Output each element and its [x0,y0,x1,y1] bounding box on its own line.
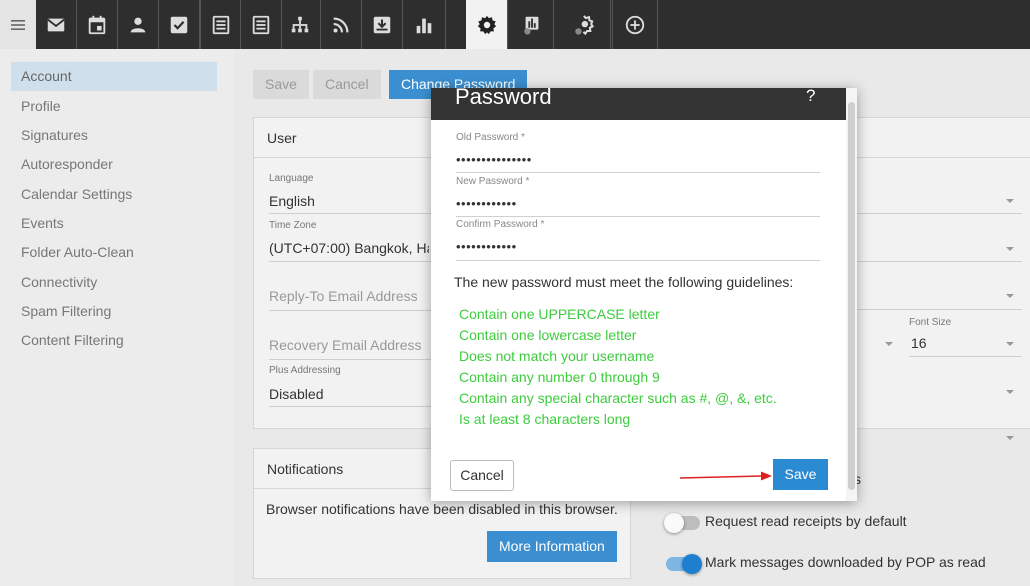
sidebar-item-content-filtering[interactable]: Content Filtering [11,326,217,355]
chevron-down-icon[interactable] [1006,294,1014,298]
dialog-cancel-button[interactable]: Cancel [450,460,514,491]
add-icon[interactable] [612,0,658,49]
pref-underline-1 [852,213,1022,214]
chevron-down-icon[interactable] [1006,342,1014,346]
notes-list-icon[interactable] [241,0,282,49]
language-select[interactable]: English [269,193,315,209]
tasks-icon[interactable] [159,0,200,49]
mark-pop-read-toggle[interactable] [666,554,702,574]
menu-icon[interactable] [0,0,36,49]
timezone-select[interactable]: (UTC+07:00) Bangkok, Hanoi, Jakarta [269,240,429,256]
sidebar-item-account[interactable]: Account [11,62,217,91]
stats-icon[interactable] [511,0,554,49]
font-size-label: Font Size [909,317,952,328]
dialog-title: Password [455,88,552,109]
pref-underline-3 [852,309,1022,310]
pref-underline-2 [852,261,1022,262]
read-receipts-toggle[interactable] [664,513,700,533]
recovery-email-input[interactable]: Recovery Email Address [269,337,422,353]
sidebar-item-profile[interactable]: Profile [11,92,217,121]
org-icon[interactable] [280,0,321,49]
save-button[interactable]: Save [253,70,309,99]
sidebar-item-autoresponder[interactable]: Autoresponder [11,150,217,179]
scrollbar-thumb[interactable] [848,102,855,490]
help-icon[interactable]: ? [806,88,815,106]
sidebar-item-folder-auto-clean[interactable]: Folder Auto-Clean [11,238,217,267]
old-password-label: Old Password * [456,132,525,143]
mark-pop-read-label: Mark messages downloaded by POP as read [705,554,986,570]
old-password-input[interactable]: ••••••••••••••• [456,152,532,167]
confirm-password-label: Confirm Password * [456,219,545,230]
password-dialog: Password ? Old Password * ••••••••••••••… [431,88,857,501]
language-label: Language [269,173,314,184]
contacts-icon[interactable] [118,0,159,49]
confirm-password-input[interactable]: •••••••••••• [456,239,517,254]
settings-icon[interactable] [466,0,508,49]
download-icon[interactable] [362,0,403,49]
plus-addressing-select[interactable]: Disabled [269,386,323,402]
font-size-underline [909,356,1022,357]
sidebar-item-spam-filtering[interactable]: Spam Filtering [11,297,217,326]
chevron-down-icon[interactable] [1006,247,1014,251]
admin-settings-icon[interactable] [556,0,611,49]
timezone-label: Time Zone [269,220,317,231]
rule-special-char: Contain any special character such as #,… [459,390,777,406]
rule-length: Is at least 8 characters long [459,411,631,427]
plus-addressing-label: Plus Addressing [269,365,341,376]
guidelines-heading: The new password must meet the following… [454,274,794,290]
chevron-down-icon[interactable] [1006,436,1014,440]
rss-icon[interactable] [321,0,362,49]
confirm-password-underline [456,260,820,261]
dialog-save-button[interactable]: Save [773,459,828,490]
notes-icon[interactable] [200,0,241,49]
read-receipts-label: Request read receipts by default [705,513,907,529]
toolbar-spacer [446,0,466,49]
dialog-header: Password ? [431,88,857,120]
rule-lowercase: Contain one lowercase letter [459,327,637,343]
rule-username: Does not match your username [459,348,655,364]
calendar-icon[interactable] [77,0,118,49]
settings-sidebar: Account Profile Signatures Autoresponder… [0,49,234,586]
reports-icon[interactable] [403,0,446,49]
chevron-down-icon[interactable] [885,342,893,346]
chevron-down-icon[interactable] [1006,199,1014,203]
font-size-select[interactable]: 16 [911,335,927,351]
chevron-down-icon[interactable] [1006,390,1014,394]
sidebar-item-signatures[interactable]: Signatures [11,121,217,150]
sidebar-item-connectivity[interactable]: Connectivity [11,268,217,297]
dialog-scrollbar[interactable] [846,88,857,501]
reply-to-input[interactable]: Reply-To Email Address [269,288,418,304]
mail-icon[interactable] [36,0,77,49]
new-password-input[interactable]: •••••••••••• [456,196,517,211]
old-password-underline [456,172,820,173]
sidebar-item-calendar-settings[interactable]: Calendar Settings [11,180,217,209]
rule-number: Contain any number 0 through 9 [459,369,660,385]
new-password-label: New Password * [456,176,530,187]
sidebar-item-events[interactable]: Events [11,209,217,238]
notifications-message: Browser notifications have been disabled… [266,501,618,517]
cancel-button[interactable]: Cancel [313,70,381,99]
new-password-underline [456,216,820,217]
rule-uppercase: Contain one UPPERCASE letter [459,306,660,322]
more-information-button[interactable]: More Information [487,531,617,562]
top-toolbar [0,0,1030,49]
